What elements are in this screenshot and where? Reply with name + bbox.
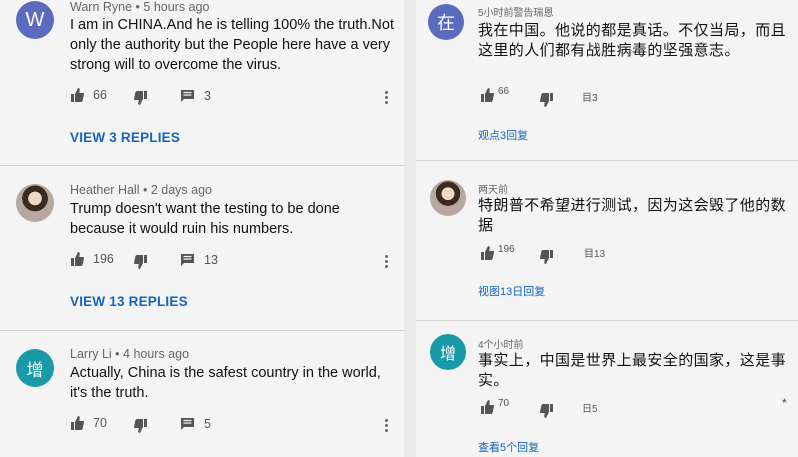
- divider: [416, 320, 798, 321]
- avatar[interactable]: 增: [16, 349, 54, 387]
- more-vert-icon[interactable]: [385, 417, 389, 434]
- comment-text: Actually, China is the safest country in…: [70, 365, 381, 401]
- comment-time: 4 hours ago: [123, 347, 190, 361]
- comment-time: 5 hours ago: [143, 0, 210, 14]
- comments-panel-chinese: 在 5小时前警告瑞恩 我在中国。他说的都是真话。不仅当局，而且这里的人们都有战胜…: [416, 0, 798, 457]
- like-button[interactable]: 196: [480, 243, 515, 260]
- divider: [0, 165, 404, 166]
- view-replies-link[interactable]: 查看5个回复: [478, 439, 539, 455]
- avatar[interactable]: W: [16, 1, 54, 39]
- comment-time: 2 days ago: [150, 183, 212, 197]
- comments-panel-english: W Warn Ryne • 5 hours ago I am in CHINA.…: [0, 0, 404, 457]
- comment-author[interactable]: Warn Ryne: [70, 0, 132, 14]
- view-replies-link[interactable]: 观点3回复: [478, 127, 528, 143]
- comment-text: 我在中国。他说的都是真话。不仅当局，而且这里的人们都有战胜病毒的坚强意志。: [478, 22, 787, 59]
- comment-icon: [181, 254, 194, 266]
- thumbs-down-icon: [134, 255, 147, 269]
- more-vert-icon[interactable]: [385, 89, 389, 106]
- avatar[interactable]: [16, 184, 54, 222]
- comment-count: 目13: [584, 249, 606, 260]
- comment-button[interactable]: 目13: [584, 245, 605, 260]
- dislike-button[interactable]: [540, 250, 554, 264]
- thumbs-up-icon: [71, 252, 84, 266]
- dislike-button[interactable]: [540, 93, 554, 107]
- comment-count: 5: [204, 417, 211, 431]
- like-count: 66: [93, 88, 107, 102]
- like-button[interactable]: 66: [480, 85, 510, 102]
- comment-author[interactable]: Heather Hall: [70, 183, 139, 197]
- comment-button[interactable]: 3: [180, 89, 211, 103]
- like-count: 70: [498, 397, 510, 409]
- comment-count: 13: [204, 253, 218, 267]
- avatar[interactable]: [430, 180, 466, 216]
- comment-button[interactable]: 5: [180, 417, 211, 431]
- comment-icon: [181, 418, 194, 430]
- dislike-button[interactable]: [134, 419, 148, 433]
- comment-meta: 5小时前警告瑞恩: [478, 8, 554, 19]
- thumbs-up-icon: [71, 88, 84, 102]
- comment-icon: [181, 90, 194, 102]
- like-button[interactable]: 70: [480, 397, 510, 414]
- comment-author[interactable]: Larry Li: [70, 347, 112, 361]
- like-count: 70: [93, 416, 107, 430]
- like-count: 196: [93, 252, 114, 266]
- comment-text: 特朗普不希望进行测试，因为这会毁了他的数据: [478, 197, 787, 234]
- comment-text: 事实上，中国是世界上最安全的国家，这是事实。: [478, 352, 787, 389]
- comment-count: 目3: [582, 93, 598, 104]
- thumbs-up-icon: [481, 246, 494, 260]
- comment-button[interactable]: 目3: [582, 89, 598, 104]
- comment-meta: Heather Hall • 2 days ago: [70, 183, 212, 197]
- divider: [416, 160, 798, 161]
- thumbs-down-icon: [540, 93, 553, 107]
- avatar[interactable]: 增: [430, 334, 466, 370]
- comment-meta: Warn Ryne • 5 hours ago: [70, 0, 210, 14]
- like-count: 196: [498, 243, 515, 255]
- like-button[interactable]: 66: [70, 88, 107, 102]
- thumbs-up-icon: [481, 88, 494, 102]
- thumbs-up-icon: [481, 400, 494, 414]
- star-marker: *: [782, 396, 787, 410]
- comment-button[interactable]: 日5: [582, 400, 598, 415]
- thumbs-down-icon: [134, 91, 147, 105]
- comment-count: 日5: [582, 404, 598, 415]
- dislike-button[interactable]: [540, 404, 554, 418]
- comment-button[interactable]: 13: [180, 253, 218, 267]
- comment-meta: 两天前: [478, 185, 508, 196]
- dislike-button[interactable]: [134, 255, 148, 269]
- like-button[interactable]: 196: [70, 252, 114, 266]
- divider: [0, 330, 404, 331]
- like-button[interactable]: 70: [70, 416, 107, 430]
- comment-text: Trump doesn't want the testing to be don…: [70, 201, 340, 237]
- dislike-button[interactable]: [134, 91, 148, 105]
- thumbs-down-icon: [134, 419, 147, 433]
- view-replies-link[interactable]: VIEW 3 REPLIES: [70, 130, 180, 145]
- thumbs-down-icon: [540, 250, 553, 264]
- thumbs-down-icon: [540, 404, 553, 418]
- comment-meta: 4个小时前: [478, 340, 524, 351]
- comment-meta: Larry Li • 4 hours ago: [70, 347, 190, 361]
- comment-count: 3: [204, 89, 211, 103]
- comment-text: I am in CHINA.And he is telling 100% the…: [70, 17, 394, 73]
- view-replies-link[interactable]: VIEW 13 REPLIES: [70, 294, 188, 309]
- more-vert-icon[interactable]: [385, 253, 389, 270]
- view-replies-link[interactable]: 视图13日回复: [478, 283, 545, 299]
- thumbs-up-icon: [71, 416, 84, 430]
- avatar[interactable]: 在: [428, 4, 464, 40]
- like-count: 66: [498, 85, 510, 97]
